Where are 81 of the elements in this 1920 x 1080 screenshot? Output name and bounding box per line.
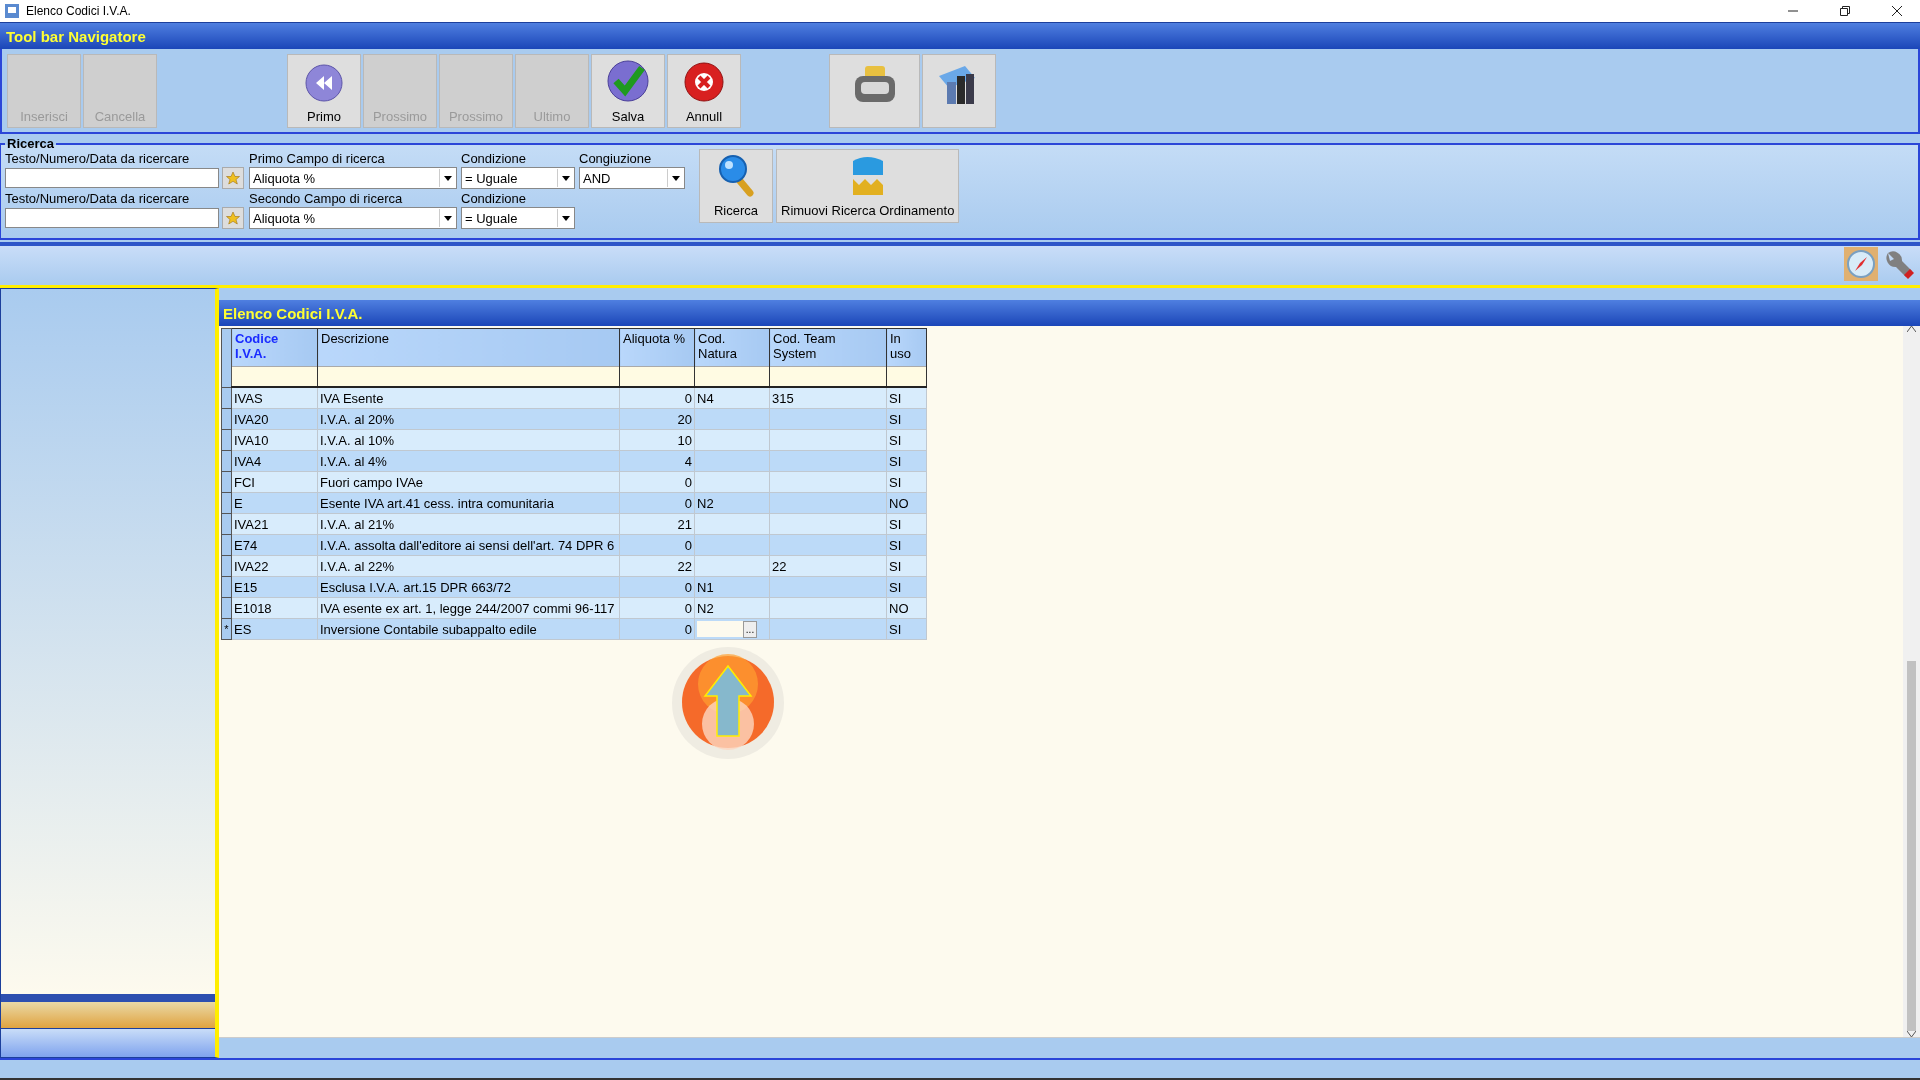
table-cell: I.V.A. al 20%	[317, 408, 620, 430]
printer-button[interactable]	[829, 53, 920, 128]
row-selector[interactable]	[221, 555, 232, 577]
row-header	[221, 328, 232, 387]
row-selector[interactable]	[221, 429, 232, 451]
table-cell: I.V.A. assolta dall'editore ai sensi dell'art. 74 DPR 6	[317, 534, 620, 556]
row-selector[interactable]	[221, 471, 232, 493]
toolbar-button[interactable]: Annull	[667, 53, 741, 128]
row-selector[interactable]	[221, 576, 232, 598]
table-cell: I.V.A. al 4%	[317, 450, 620, 472]
condition-dropdown[interactable]: = Uguale	[461, 167, 575, 189]
row-selector[interactable]: *	[221, 618, 232, 640]
clear-button[interactable]: Rimuovi Ricerca Ordinamento	[776, 149, 960, 223]
dropdown-arrow-icon	[444, 175, 452, 181]
vertical-scrollbar[interactable]	[1903, 326, 1920, 1037]
search-title: Ricerca	[6, 136, 55, 151]
field-label: Condizione	[461, 151, 528, 167]
row-selector[interactable]	[221, 513, 232, 535]
window-title: Elenco Codici I.V.A.	[26, 4, 132, 18]
close-icon[interactable]	[1892, 6, 1902, 16]
field-dropdown[interactable]: Aliquota %	[249, 167, 457, 189]
row-selector[interactable]	[221, 450, 232, 472]
row-selector[interactable]	[221, 534, 232, 556]
search-button[interactable]: Ricerca	[699, 149, 773, 223]
rewind-icon	[304, 62, 344, 103]
field-label: Testo/Numero/Data da ricercare	[5, 191, 191, 207]
dropdown-arrow-icon	[444, 215, 452, 221]
star-icon	[226, 211, 240, 225]
close-icon	[683, 60, 725, 103]
toolbar-title: Tool bar Navigatore	[6, 27, 146, 45]
field-label: Primo Campo di ricerca	[249, 151, 386, 167]
row-selector[interactable]	[221, 492, 232, 514]
dropdown-arrow-icon	[562, 215, 570, 221]
table-cell: Esclusa I.V.A. art.15 DPR 663/72	[317, 576, 620, 598]
column-header[interactable]: Cod. Natura	[694, 328, 770, 367]
column-header[interactable]: In uso	[886, 328, 927, 367]
column-header[interactable]: Descrizione	[317, 328, 620, 367]
dropdown-arrow-icon	[562, 175, 570, 181]
column-header[interactable]: Cod. Team System	[769, 328, 887, 367]
condition-dropdown[interactable]: = Uguale	[461, 207, 575, 229]
row-selector[interactable]	[221, 408, 232, 430]
row-selector[interactable]	[221, 597, 232, 619]
books-button[interactable]	[922, 53, 996, 128]
cell-editor-field[interactable]	[697, 621, 743, 637]
row-selector[interactable]	[221, 387, 232, 409]
filter-cell[interactable]	[886, 366, 927, 387]
table-cell: I.V.A. al 21%	[317, 513, 620, 535]
dropdown-arrow-icon	[672, 175, 680, 181]
filter-cell[interactable]	[769, 366, 887, 387]
check-icon	[606, 58, 650, 103]
table-cell: Fuori campo IVAe	[317, 471, 620, 493]
app-icon	[4, 3, 20, 19]
field-label: Testo/Numero/Data da ricercare	[5, 151, 191, 167]
table-cell: I.V.A. al 22%	[317, 555, 620, 577]
table-cell: IVA Esente	[317, 387, 620, 409]
field-label: Secondo Campo di ricerca	[249, 191, 404, 207]
field-dropdown[interactable]: Aliquota %	[249, 207, 457, 229]
toolbar-button[interactable]: Salva	[591, 53, 665, 128]
browse-button[interactable]: ...	[743, 620, 757, 638]
splitter-handle[interactable]	[1, 994, 215, 1002]
table-cell: Esente IVA art.41 cess. intra comunitaria	[317, 492, 620, 514]
filter-cell[interactable]	[231, 366, 318, 387]
search-text-field[interactable]	[5, 208, 219, 228]
filter-cell[interactable]	[694, 366, 770, 387]
restore-icon[interactable]	[1840, 6, 1850, 16]
grid-title: Elenco Codici I.V.A.	[223, 304, 363, 322]
table-cell: I.V.A. al 10%	[317, 429, 620, 451]
toolbar-button[interactable]: Primo	[287, 53, 361, 128]
field-label: Condizione	[461, 191, 528, 207]
search-text-field[interactable]	[5, 168, 219, 188]
filter-cell[interactable]	[619, 366, 695, 387]
conjunction-dropdown[interactable]: AND	[579, 167, 685, 189]
column-header[interactable]: Aliquota %	[619, 328, 695, 367]
field-label: Congiuzione	[579, 151, 653, 167]
scroll-up-button[interactable]	[669, 644, 787, 762]
filter-cell[interactable]	[317, 366, 620, 387]
table-cell: Inversione Contabile subappalto edile	[317, 618, 620, 640]
table-cell: IVA esente ex art. 1, legge 244/2007 commi 96-117	[317, 597, 620, 619]
column-header[interactable]: Codice I.V.A.	[231, 328, 318, 367]
star-icon	[226, 171, 240, 185]
magnifier-icon	[716, 153, 756, 197]
